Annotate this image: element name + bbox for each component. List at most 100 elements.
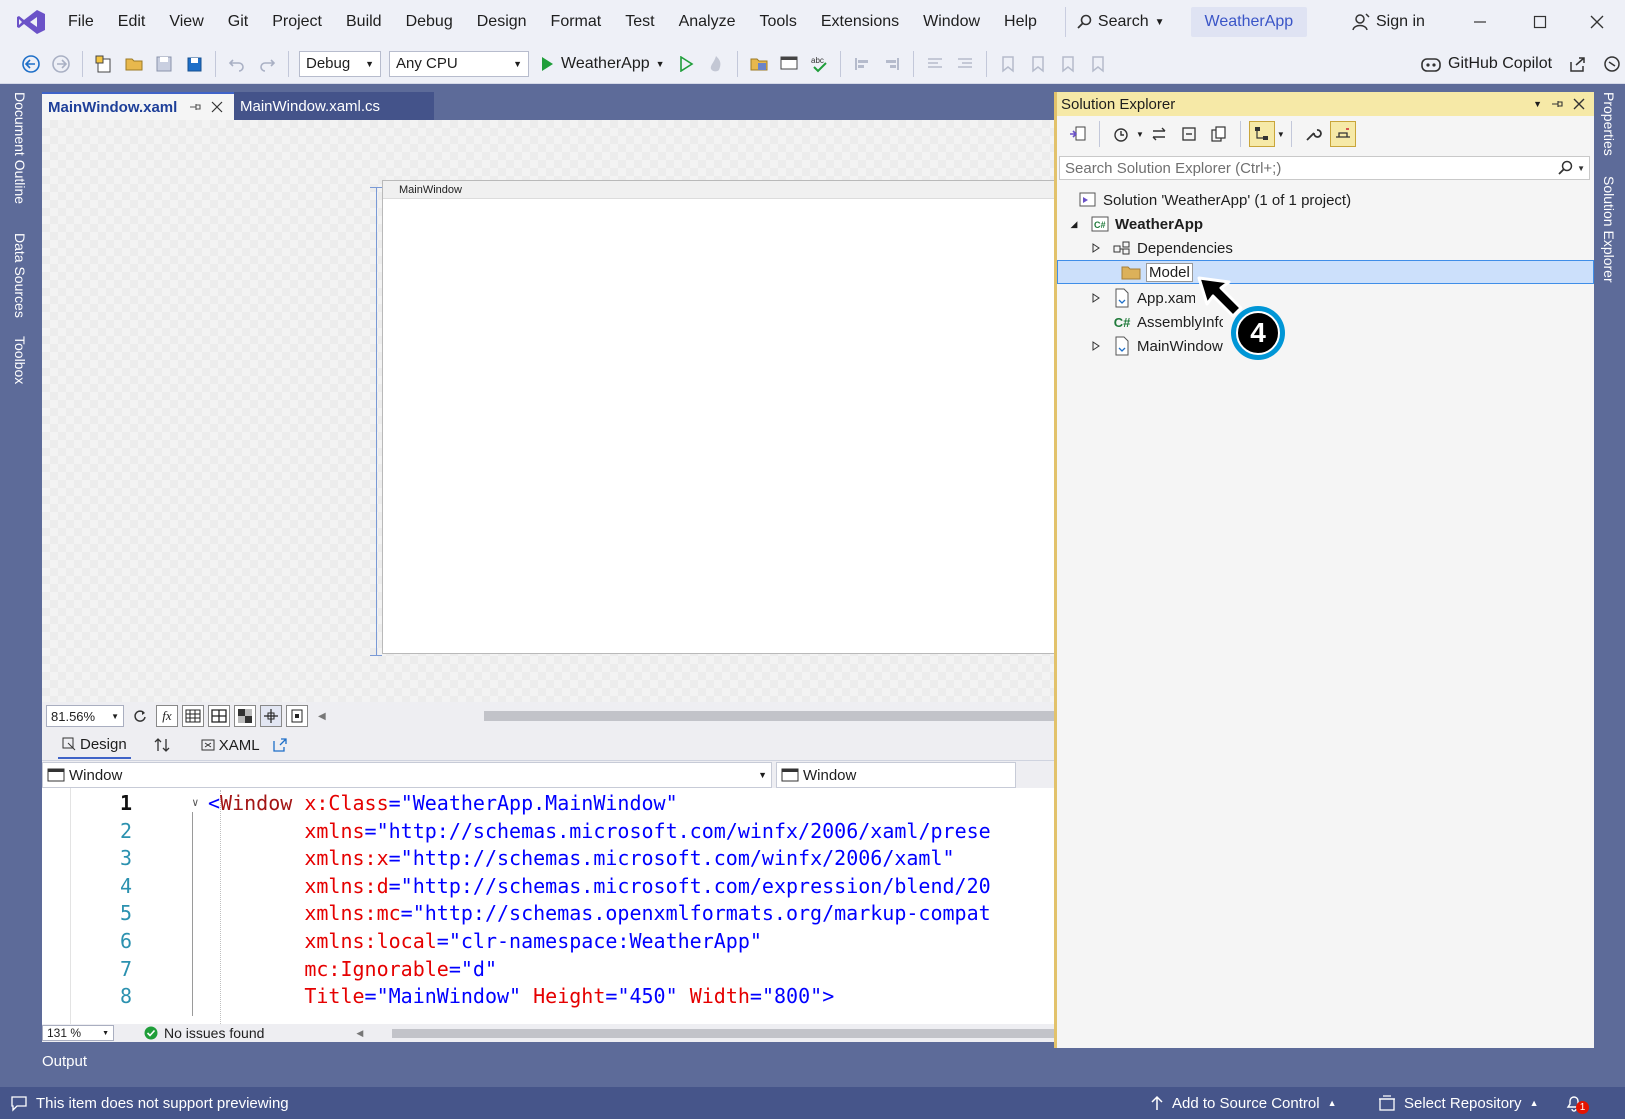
tree-item-dependencies[interactable]: Dependencies (1057, 236, 1594, 260)
github-copilot-button[interactable]: GitHub Copilot (1420, 44, 1622, 84)
member-scope-select[interactable]: Window (776, 762, 1016, 788)
configuration-select[interactable]: Debug ▼ (299, 50, 381, 77)
align-right-button[interactable] (879, 51, 905, 77)
menu-item-file[interactable]: File (56, 0, 106, 44)
scroll-left-icon[interactable]: ◀ (318, 711, 326, 722)
refresh-designer-button[interactable] (130, 706, 150, 726)
minimize-button[interactable] (1452, 0, 1508, 44)
tree-item-project-weatherapp[interactable]: ◢ C# WeatherApp (1057, 212, 1594, 236)
device-preview-button[interactable] (286, 705, 308, 727)
close-button[interactable] (1569, 0, 1625, 44)
menu-item-view[interactable]: View (157, 0, 215, 44)
solution-folder-button[interactable] (746, 51, 772, 77)
code-line[interactable]: 4 xmlns:d="http://schemas.microsoft.com/… (42, 874, 1054, 902)
tab-mainwindow-xaml[interactable]: MainWindow.xaml (42, 92, 234, 120)
start-debugging-button[interactable]: WeatherApp ▼ (539, 55, 665, 73)
chevron-down-icon[interactable]: ▼ (1277, 130, 1285, 139)
properties-button[interactable] (1300, 121, 1326, 147)
horizontal-scrollbar[interactable] (484, 711, 1054, 721)
snap-to-snaplines-button[interactable] (260, 705, 282, 727)
effects-button[interactable]: fx (156, 705, 178, 727)
menu-item-extensions[interactable]: Extensions (809, 0, 911, 44)
editor-zoom-select[interactable]: 131 % ▼ (42, 1025, 114, 1041)
code-line[interactable]: 8 Title="MainWindow" Height="450" Width=… (42, 984, 1054, 1012)
pin-icon[interactable] (1550, 97, 1564, 111)
chevron-down-icon[interactable]: ▼ (1136, 130, 1144, 139)
spell-check-button[interactable]: abc (806, 51, 832, 77)
select-repository-button[interactable]: Select Repository ▲ (1378, 1095, 1538, 1112)
switch-views-button[interactable] (1065, 121, 1091, 147)
horizontal-scrollbar[interactable] (392, 1029, 1054, 1038)
solution-explorer-tab[interactable]: Solution Explorer (1601, 176, 1617, 283)
design-view-tab[interactable]: Design (58, 731, 131, 759)
tree-item-assemblyinfo[interactable]: C# AssemblyInfo.cs (1057, 310, 1594, 334)
issues-status[interactable]: No issues found (164, 1025, 264, 1041)
pin-icon[interactable] (188, 100, 202, 114)
save-all-button[interactable] (181, 51, 207, 77)
sign-in-button[interactable]: Sign in (1352, 0, 1425, 44)
xaml-code-editor[interactable]: ∨ 1 <Window x:Class="WeatherApp.MainWindo… (42, 788, 1054, 1024)
designer-zoom-select[interactable]: 81.56% ▼ (46, 705, 124, 727)
output-panel-tab[interactable]: Output (42, 1053, 87, 1070)
popout-xaml-button[interactable] (272, 737, 288, 753)
menu-item-format[interactable]: Format (539, 0, 614, 44)
undo-button[interactable] (224, 51, 250, 77)
tree-item-app-xaml[interactable]: App.xaml (1057, 286, 1594, 310)
chevron-down-icon[interactable]: ▼ (1577, 164, 1585, 173)
expanded-arrow-icon[interactable]: ◢ (1067, 219, 1081, 230)
menu-item-edit[interactable]: Edit (106, 0, 158, 44)
redo-button[interactable] (254, 51, 280, 77)
code-line[interactable]: 7 mc:Ignorable="d" (42, 957, 1054, 985)
menu-item-build[interactable]: Build (334, 0, 394, 44)
close-tab-icon[interactable] (210, 100, 224, 114)
menu-item-debug[interactable]: Debug (394, 0, 465, 44)
start-without-debugging-button[interactable] (673, 51, 699, 77)
document-outline-tab[interactable]: Document Outline (12, 92, 28, 204)
search-button[interactable]: Search ▼ (1064, 7, 1175, 37)
clear-bookmarks-button[interactable] (1085, 51, 1111, 77)
menu-item-window[interactable]: Window (911, 0, 992, 44)
snap-gridlines-button[interactable] (208, 705, 230, 727)
xaml-designer-surface[interactable]: MainWindow (42, 120, 1054, 702)
pending-changes-filter-button[interactable] (1108, 121, 1134, 147)
tab-mainwindow-xaml-cs[interactable]: MainWindow.xaml.cs (234, 92, 434, 120)
uncomment-button[interactable] (952, 51, 978, 77)
tree-item-solution[interactable]: Solution 'WeatherApp' (1 of 1 project) (1057, 188, 1594, 212)
menu-item-help[interactable]: Help (992, 0, 1049, 44)
platform-select[interactable]: Any CPU ▼ (389, 50, 529, 77)
code-line[interactable]: 6 xmlns:local="clr-namespace:WeatherApp" (42, 929, 1054, 957)
align-left-button[interactable] (849, 51, 875, 77)
element-scope-select[interactable]: Window ▼ (42, 762, 772, 788)
comment-button[interactable] (922, 51, 948, 77)
code-line[interactable]: 5 xmlns:mc="http://schemas.openxmlformat… (42, 901, 1054, 929)
collapse-all-button[interactable] (1176, 121, 1202, 147)
previous-bookmark-button[interactable] (1025, 51, 1051, 77)
menu-item-tools[interactable]: Tools (747, 0, 808, 44)
navigate-back-button[interactable] (18, 51, 44, 77)
properties-tab[interactable]: Properties (1601, 92, 1617, 156)
grid-toggle-button[interactable] (182, 705, 204, 727)
menu-item-test[interactable]: Test (613, 0, 666, 44)
scroll-left-icon[interactable]: ◀ (356, 1028, 363, 1039)
artboard-background-button[interactable] (234, 705, 256, 727)
toolbox-tab[interactable]: Toolbox (12, 336, 28, 384)
hot-reload-button[interactable] (703, 51, 729, 77)
menu-item-git[interactable]: Git (216, 0, 260, 44)
data-sources-tab[interactable]: Data Sources (12, 233, 28, 318)
code-line[interactable]: 1 <Window x:Class="WeatherApp.MainWindow" (42, 791, 1054, 819)
preview-selected-items-button[interactable] (1248, 121, 1275, 147)
menu-item-analyze[interactable]: Analyze (667, 0, 748, 44)
search-icon[interactable] (1557, 160, 1573, 176)
collapsed-arrow-icon[interactable] (1089, 243, 1103, 253)
solution-explorer-search-input[interactable]: Search Solution Explorer (Ctrl+;) ▼ (1059, 156, 1590, 180)
swap-panes-button[interactable] (153, 737, 171, 753)
show-all-files-button[interactable] (1206, 121, 1232, 147)
chevron-down-icon[interactable]: ▼ (1533, 99, 1542, 109)
navigate-forward-button[interactable] (48, 51, 74, 77)
tree-item-mainwindow-xaml[interactable]: MainWindow.xaml (1057, 334, 1594, 358)
notifications-button[interactable]: 1 (1564, 1093, 1590, 1115)
menu-item-design[interactable]: Design (465, 0, 539, 44)
xaml-view-tab[interactable]: XAML (201, 737, 260, 754)
code-line[interactable]: 2 xmlns="http://schemas.microsoft.com/wi… (42, 819, 1054, 847)
share-icon[interactable] (1568, 54, 1588, 74)
